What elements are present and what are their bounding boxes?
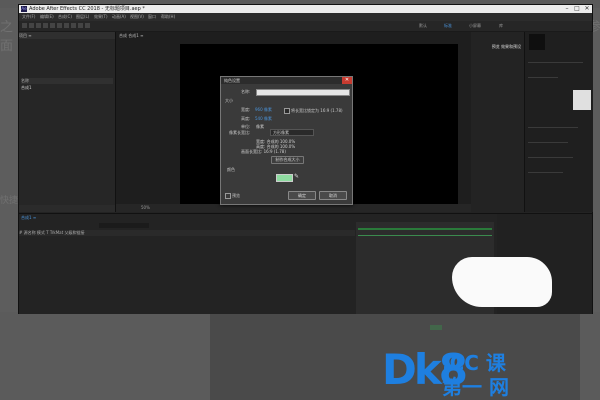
project-panel-tab[interactable]: 项目 ≡ bbox=[19, 32, 115, 39]
info-frame-aspect: 画面长宽比: 16:9 (1.78) bbox=[241, 149, 286, 154]
background-blurred-text: 之面 bbox=[0, 20, 14, 54]
dialog-title: 纯色设置 bbox=[224, 78, 240, 83]
menu-view[interactable]: 视图(V) bbox=[130, 13, 144, 21]
height-label: 高度: bbox=[241, 116, 251, 121]
pen-tool-icon[interactable] bbox=[78, 23, 83, 28]
menu-animation[interactable]: 动画(A) bbox=[112, 13, 126, 21]
title-bar: Ae Adobe After Effects CC 2018 - 无标题项目.a… bbox=[19, 5, 592, 13]
width-value[interactable]: 960 像素 bbox=[255, 107, 272, 113]
units-select[interactable]: 像素 bbox=[256, 124, 264, 130]
effect-thumbnail bbox=[573, 90, 591, 110]
size-label: 大小 bbox=[225, 98, 233, 103]
rotate-tool-icon[interactable] bbox=[50, 23, 55, 28]
workspace-small-screen[interactable]: 小屏幕 bbox=[469, 23, 481, 29]
cancel-button[interactable]: 取消 bbox=[319, 191, 347, 200]
color-label: 颜色 bbox=[227, 167, 235, 172]
project-panel-footer bbox=[19, 205, 115, 212]
viewer-zoom-label: 50% bbox=[141, 205, 150, 210]
work-area-bar[interactable] bbox=[358, 228, 492, 230]
eyedropper-icon[interactable]: ✎ bbox=[294, 173, 300, 180]
pan-behind-tool-icon[interactable] bbox=[64, 23, 69, 28]
lock-aspect-checkbox[interactable] bbox=[284, 108, 290, 114]
menu-file[interactable]: 文件(F) bbox=[22, 13, 35, 21]
info-panel-label: 预览 效果和预设 bbox=[491, 44, 521, 49]
menu-help[interactable]: 帮助(H) bbox=[161, 13, 175, 21]
preview-checkbox[interactable] bbox=[225, 193, 231, 199]
color-swatch[interactable] bbox=[276, 174, 293, 182]
pixel-aspect-label: 像素长宽比: bbox=[229, 130, 251, 135]
project-item-composition[interactable]: 合成1 bbox=[21, 85, 113, 91]
camera-tool-icon[interactable] bbox=[57, 23, 62, 28]
close-window-button[interactable]: ✕ bbox=[582, 5, 592, 13]
menu-layer[interactable]: 图层(L) bbox=[76, 13, 89, 21]
panel-row[interactable] bbox=[528, 62, 583, 63]
panel-row[interactable] bbox=[528, 142, 568, 143]
ok-button[interactable]: 确定 bbox=[288, 191, 316, 200]
timeline-layer-header: # 源名称 模式 T TrkMat 父级和链接 bbox=[19, 230, 355, 236]
background-green-mark bbox=[430, 325, 442, 330]
viewer-zoom[interactable]: 50% bbox=[116, 204, 471, 212]
site-watermark: Dk8 .CC 课 第一 网 bbox=[382, 345, 600, 400]
selection-tool-icon[interactable] bbox=[29, 23, 34, 28]
preview-label: 预览 bbox=[232, 193, 240, 198]
workspace-standard[interactable]: 标准 bbox=[444, 23, 452, 29]
time-ruler[interactable] bbox=[358, 235, 492, 236]
tool-bar: 默认 标准 小屏幕 库 bbox=[19, 21, 592, 32]
project-panel: 项目 ≡ 名称 合成1 bbox=[19, 32, 116, 212]
name-input[interactable] bbox=[256, 89, 350, 96]
hand-tool-icon[interactable] bbox=[36, 23, 41, 28]
preview-thumbnail bbox=[529, 34, 545, 50]
solid-settings-dialog: 纯色设置 ✕ 名称: 大小 宽度: 960 像素 将长宽比锁定为 16:9 (1… bbox=[220, 76, 353, 205]
watermark-text: 第一 网 bbox=[442, 375, 509, 399]
menu-composition[interactable]: 合成(C) bbox=[58, 13, 72, 21]
width-label: 宽度: bbox=[241, 107, 251, 112]
dialog-title-bar: 纯色设置 ✕ bbox=[221, 77, 352, 84]
shape-tool-icon[interactable] bbox=[71, 23, 76, 28]
dialog-close-button[interactable]: ✕ bbox=[342, 77, 352, 84]
background-blurred-text: 快捷 bbox=[0, 196, 19, 206]
workspace-default[interactable]: 默认 bbox=[419, 23, 427, 29]
timeline-tab[interactable]: 合成1 ≡ bbox=[21, 215, 36, 221]
timeline-search-input[interactable] bbox=[99, 223, 149, 228]
effects-panel bbox=[524, 32, 593, 212]
panel-row[interactable] bbox=[528, 157, 573, 158]
pixel-aspect-select[interactable]: 方形像素 bbox=[270, 129, 314, 136]
minimize-button[interactable]: – bbox=[562, 5, 572, 13]
menu-edit[interactable]: 编辑(E) bbox=[40, 13, 54, 21]
text-tool-icon[interactable] bbox=[85, 23, 90, 28]
workspace-library[interactable]: 库 bbox=[499, 23, 503, 29]
zoom-tool-icon[interactable] bbox=[43, 23, 48, 28]
project-list-header: 名称 bbox=[21, 78, 113, 84]
pixel-aspect-value: 方形像素 bbox=[273, 130, 289, 135]
home-icon[interactable] bbox=[22, 23, 27, 28]
menu-window[interactable]: 窗口 bbox=[148, 13, 156, 21]
panel-row[interactable] bbox=[528, 127, 578, 128]
after-effects-logo-icon: Ae bbox=[21, 6, 27, 12]
lock-aspect-label: 将长宽比锁定为 16:9 (1.78) bbox=[291, 108, 343, 113]
make-comp-size-button[interactable]: 制作合成大小 bbox=[271, 156, 304, 164]
menu-effect[interactable]: 效果(T) bbox=[94, 13, 108, 21]
name-label: 名称: bbox=[241, 89, 251, 94]
maximize-button[interactable]: □ bbox=[572, 5, 582, 13]
menu-bar: 文件(F) 编辑(E) 合成(C) 图层(L) 效果(T) 动画(A) 视图(V… bbox=[19, 13, 592, 21]
redaction-overlay bbox=[452, 257, 552, 307]
window-title: Adobe After Effects CC 2018 - 无标题项目.aep … bbox=[29, 6, 145, 12]
panel-row[interactable] bbox=[528, 77, 558, 78]
panel-row[interactable] bbox=[528, 172, 563, 173]
composition-tab[interactable]: 合成 合成1 ≡ bbox=[119, 32, 143, 39]
height-value[interactable]: 540 像素 bbox=[255, 116, 272, 122]
info-panel: 预览 效果和预设 bbox=[472, 32, 523, 212]
